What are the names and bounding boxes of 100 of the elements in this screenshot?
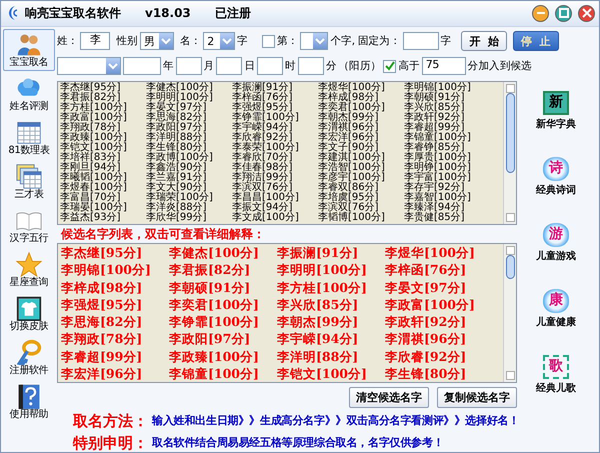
name-list-item[interactable]: 李洋明[88分] <box>146 132 232 143</box>
close-button[interactable] <box>578 4 595 22</box>
name-list-item[interactable]: 李韬博[100分] <box>318 212 404 223</box>
checkbox[interactable] <box>383 60 396 73</box>
name-list-item[interactable]: 李睿欣[70分] <box>232 152 318 163</box>
threshold-field[interactable]: 75 <box>422 57 466 76</box>
sidebar-item[interactable]: 星座查询 <box>3 248 55 291</box>
date-type-dropdown[interactable] <box>57 57 121 76</box>
name-list-item[interactable]: 李文成[100分] <box>232 212 318 223</box>
name-list-item[interactable]: 李滨双[76分] <box>232 182 318 193</box>
gender-dropdown[interactable]: 男 <box>140 32 174 50</box>
tool-shortcut[interactable]: 新 新华字典 <box>536 90 576 131</box>
name-list-item[interactable]: 李明锦[100分] <box>404 82 490 93</box>
position-dropdown[interactable] <box>300 32 328 50</box>
name-list-item[interactable]: 李政阳[97分] <box>146 122 232 133</box>
name-list-item[interactable]: 李刚旦[94分] <box>60 162 146 173</box>
minute-field[interactable] <box>298 57 324 76</box>
scrollbar[interactable] <box>503 82 516 224</box>
name-list-item[interactable]: 李文子[90分] <box>318 142 404 153</box>
tool-shortcut[interactable]: 歌 经典儿歌 <box>536 354 576 395</box>
name-list-item[interactable]: 李宇富[100分] <box>404 172 490 183</box>
name-list-item[interactable]: 李政博[100分] <box>146 152 232 163</box>
sidebar-item[interactable]: 宝宝取名 <box>3 28 55 71</box>
name-list-item[interactable]: 李欣华[99分] <box>146 212 232 223</box>
name-list-item[interactable]: 李贵健[85分] <box>404 212 490 223</box>
name-list-item[interactable]: 李曦韬[100分] <box>60 172 146 183</box>
name-list-item[interactable]: 李明铮[100分] <box>404 162 490 173</box>
name-list-item[interactable]: 李梓成[98分] <box>318 92 404 103</box>
name-list-item[interactable]: 李臻泽[94分] <box>404 202 490 213</box>
name-list-item[interactable]: 李健杰[100分] <box>146 82 232 93</box>
name-list-item[interactable]: 李锦童[100分] <box>404 132 490 143</box>
name-list-item[interactable]: 李杰继[95分] <box>60 82 146 93</box>
name-list-item[interactable]: 李益杰[93分] <box>60 212 146 223</box>
minimize-button[interactable] <box>532 4 549 22</box>
name-list-item[interactable]: 李富昌[70分] <box>60 192 146 203</box>
name-list-item[interactable]: 李厚贵[100分] <box>404 152 490 163</box>
name-list-item[interactable]: 李宏洋[96分] <box>318 132 404 143</box>
year-field[interactable] <box>123 57 161 76</box>
month-field[interactable] <box>176 57 202 76</box>
name-list-item[interactable]: 李振文[94分] <box>232 202 318 213</box>
name-list-item[interactable]: 李浩智[100分] <box>318 162 404 173</box>
tool-shortcut[interactable]: 游 儿童游戏 <box>536 222 576 263</box>
name-list-item[interactable]: 李翔政[78分] <box>60 122 146 133</box>
name-list-item[interactable]: 李昌昌[100分] <box>232 192 318 203</box>
scrollbar[interactable] <box>503 244 516 382</box>
name-list-item[interactable]: 李翔洁[99分] <box>232 172 318 183</box>
name-list-item[interactable]: 李政富[100分] <box>60 112 146 123</box>
name-list-item[interactable]: 李泰荣[100分] <box>232 142 318 153</box>
name-list-item[interactable]: 李奕君[100分] <box>318 102 404 113</box>
day-field[interactable] <box>216 57 242 76</box>
name-list-item[interactable]: 李滨双[76分] <box>318 202 404 213</box>
name-list-item[interactable]: 李佳春[98分] <box>232 162 318 173</box>
name-list-item[interactable]: 李建淇[100分] <box>318 152 404 163</box>
name-list-item[interactable]: 李晏文[97分] <box>146 102 232 113</box>
name-list-item[interactable]: 李兰嘉[91分] <box>146 172 232 183</box>
sidebar-item[interactable]: 三才表 <box>3 160 55 203</box>
name-list-item[interactable]: 李欣睿[92分] <box>232 132 318 143</box>
name-list-item[interactable]: 李彦宇[100分] <box>318 172 404 183</box>
name-list-item[interactable]: 李洋炎[88分] <box>146 202 232 213</box>
name-list-item[interactable]: 李铠文[100分] <box>60 142 146 153</box>
name-list-item[interactable]: 李渭祺[96分] <box>318 122 404 133</box>
name-list-item[interactable]: 李睿超[99分] <box>404 122 490 133</box>
sidebar-item[interactable]: 汉字五行 <box>3 204 55 247</box>
name-list-item[interactable]: 李政臻[100分] <box>60 132 146 143</box>
sidebar-item[interactable]: 姓名评测 <box>3 72 55 115</box>
action-button[interactable]: 复制候选名字 <box>437 387 517 408</box>
name-list-item[interactable]: 李明明[100分] <box>146 92 232 103</box>
tool-shortcut[interactable]: 康 儿童健康 <box>536 288 576 329</box>
hour-field[interactable] <box>257 57 284 76</box>
name-list-item[interactable]: 李宇嵘[94分] <box>232 122 318 133</box>
name-list-item[interactable]: 李瑞荣[100分] <box>146 192 232 203</box>
name-list-item[interactable]: 李嘉智[100分] <box>404 192 490 203</box>
surname-field[interactable]: 李 <box>80 32 110 50</box>
maximize-button[interactable] <box>555 4 572 22</box>
name-list-item[interactable]: 李强煜[95分] <box>232 102 318 113</box>
name-list-item[interactable]: 李培祥[83分] <box>60 152 146 163</box>
name-list-item[interactable]: 李煜春[100分] <box>60 182 146 193</box>
checkbox[interactable] <box>262 34 275 48</box>
name-list-item[interactable]: 李瑞晏[100分] <box>60 202 146 213</box>
fixed-character-field[interactable] <box>402 32 439 50</box>
tool-shortcut[interactable]: 诗 经典诗词 <box>536 156 576 197</box>
name-list-item[interactable]: 李煜华[100分] <box>318 82 404 93</box>
sidebar-item[interactable]: 使用帮助 <box>3 380 55 423</box>
name-list-item[interactable]: 李梓函[76分] <box>232 92 318 103</box>
name-list-item[interactable]: 李政轩[92分] <box>404 112 490 123</box>
name-list-item[interactable]: 李睿双[86分] <box>318 182 404 193</box>
name-list-item[interactable]: 李朝硕[91分] <box>404 92 490 103</box>
sidebar-item[interactable]: 81数理表 <box>3 116 55 159</box>
sidebar-item[interactable]: 注册软件 <box>3 336 55 379</box>
start-button[interactable]: 开 始 <box>461 31 507 52</box>
name-list-item[interactable]: 李文大[90分] <box>146 182 232 193</box>
name-list-item[interactable]: 李培虞[95分] <box>318 192 404 203</box>
name-list-item[interactable]: 李睿铮[85分] <box>404 142 490 153</box>
name-list-item[interactable]: 李兴欣[85分] <box>404 102 490 113</box>
name-length-dropdown[interactable]: 2 <box>203 32 236 50</box>
sidebar-item[interactable]: 切换皮肤 <box>3 292 55 335</box>
name-list-item[interactable]: 李朝杰[99分] <box>318 112 404 123</box>
name-list-item[interactable]: 李思海[82分] <box>146 112 232 123</box>
name-list-item[interactable]: 李方桂[100分] <box>60 102 146 113</box>
name-list-item[interactable]: 李存宇[92分] <box>404 182 490 193</box>
